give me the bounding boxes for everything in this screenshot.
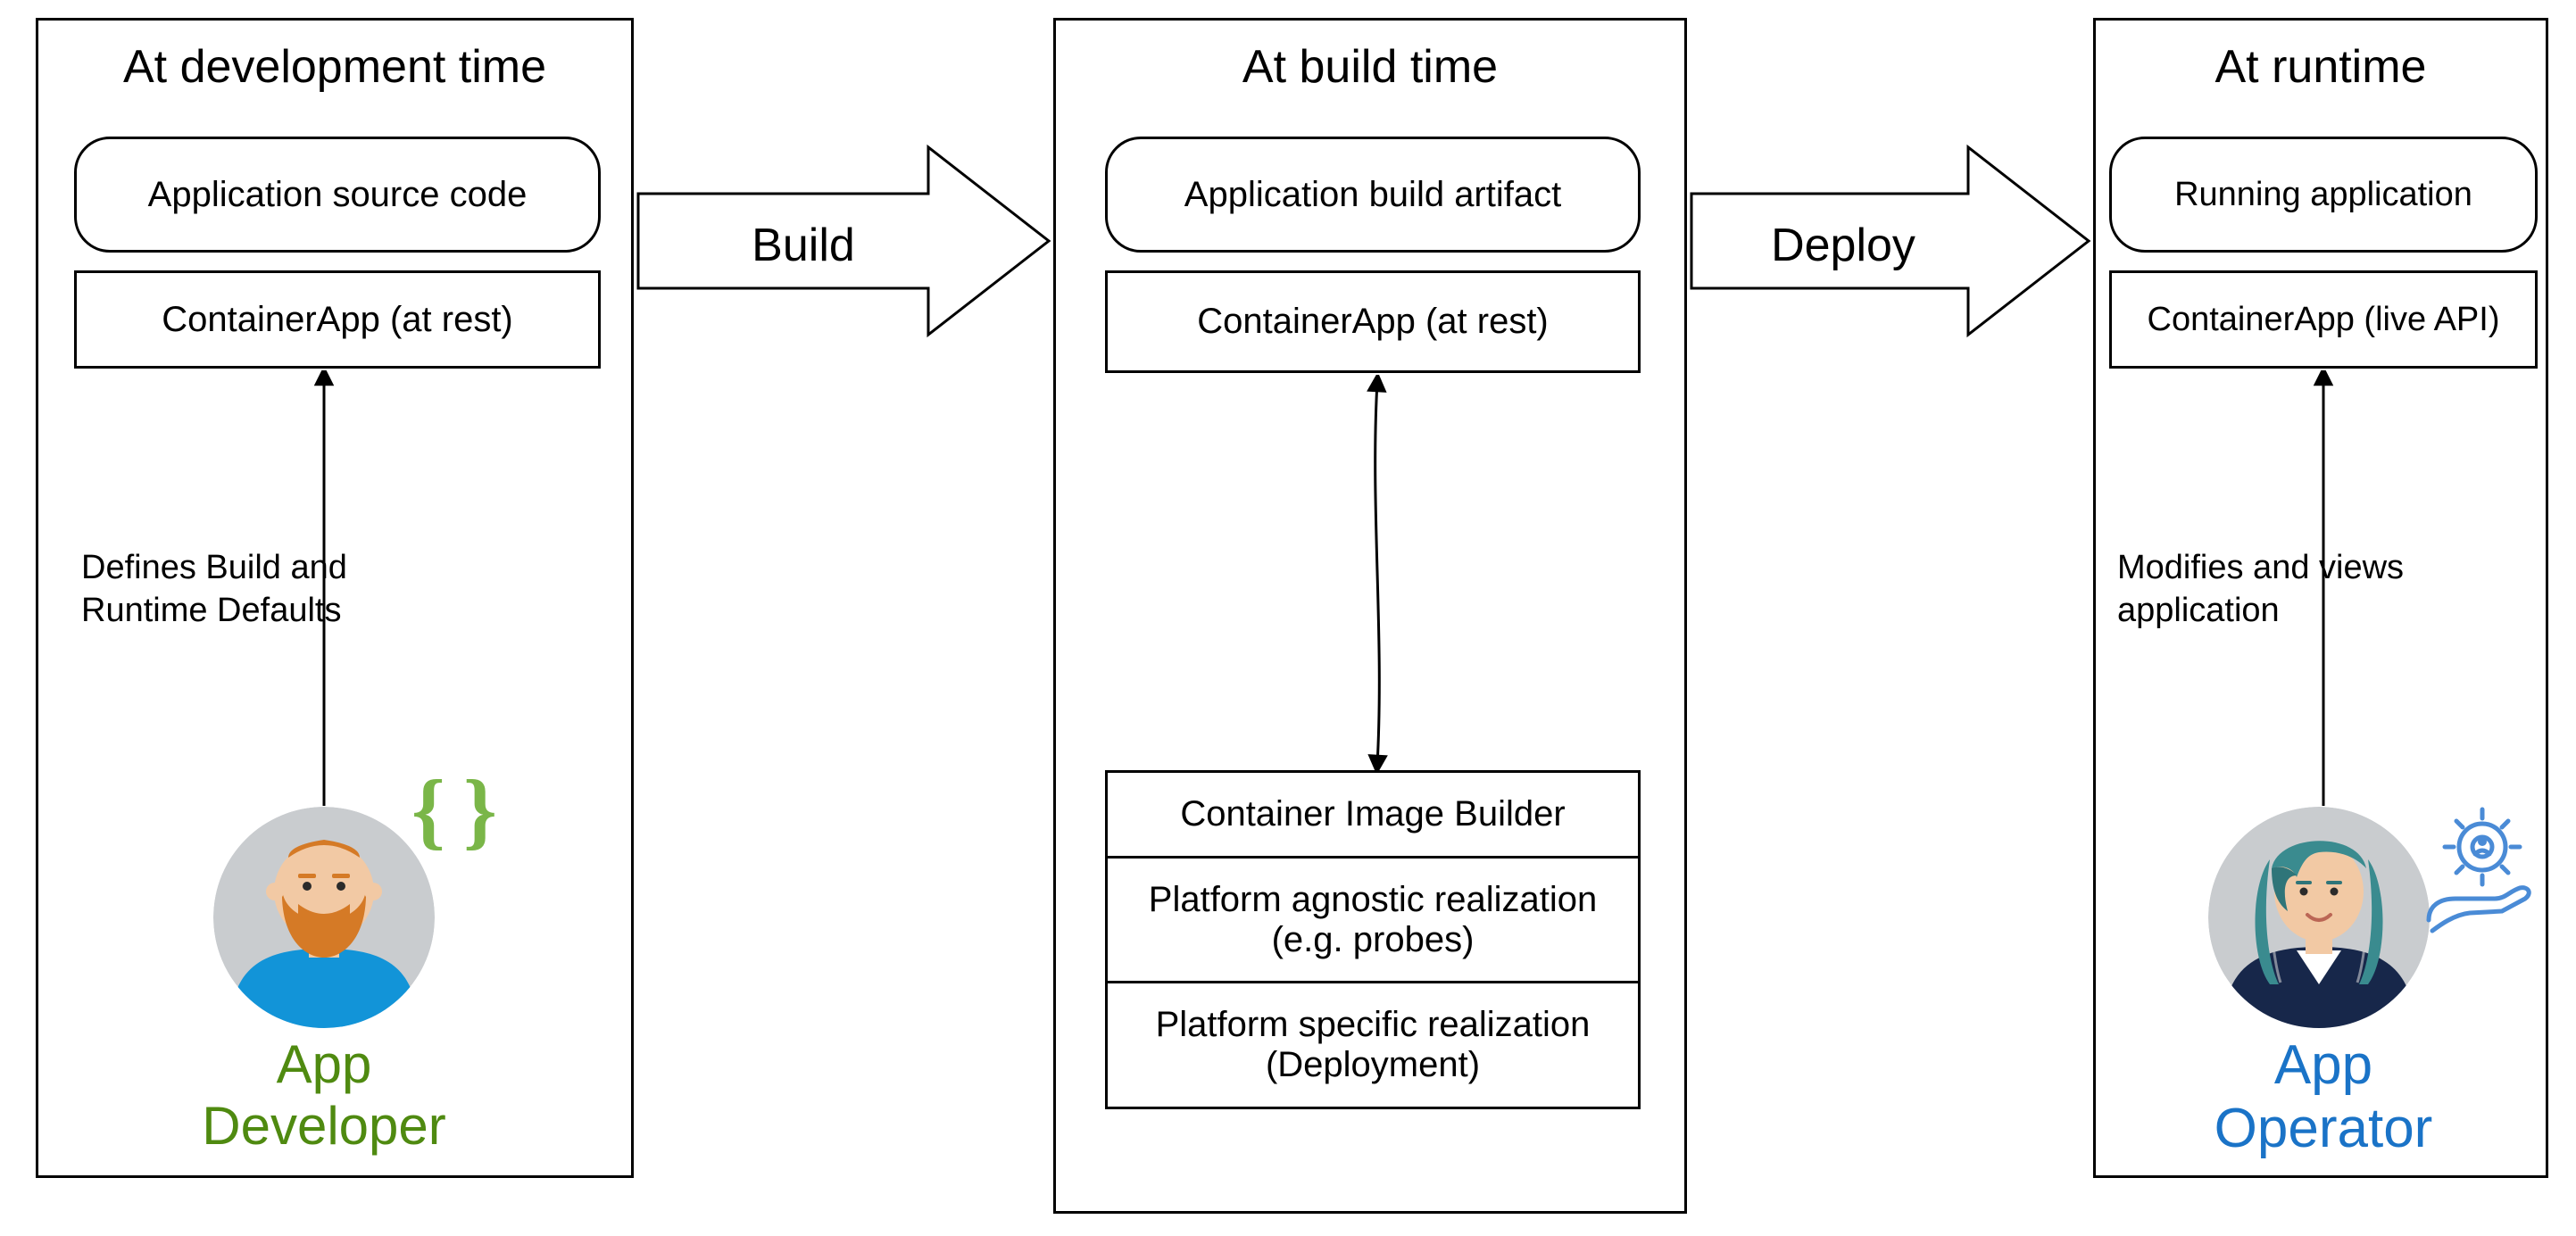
ops-gear-hand-icon — [2413, 806, 2542, 935]
svg-text:}: } — [463, 775, 497, 855]
box-application-build-artifact: Application build artifact — [1105, 137, 1641, 253]
stack-row-image-builder: Container Image Builder — [1108, 773, 1638, 856]
box-containerapp-rest-dev: ContainerApp (at rest) — [74, 270, 601, 369]
box-running-application: Running application — [2109, 137, 2538, 253]
box-containerapp-rest-build: ContainerApp (at rest) — [1105, 270, 1641, 373]
annotation-modifies-views: Modifies and views application — [2117, 547, 2447, 632]
persona-label-developer: App Developer — [154, 1033, 494, 1157]
code-braces-icon: { } — [404, 775, 511, 855]
stack-row-platform-specific: Platform specific realization (Deploymen… — [1108, 981, 1638, 1107]
persona-label-operator: App Operator — [2194, 1033, 2453, 1161]
big-arrow-deploy-label: Deploy — [1745, 219, 1941, 272]
svg-text:{: { — [411, 775, 445, 855]
panel-development-time: At development time Application source c… — [36, 18, 634, 1178]
diagram-stage: At development time Application source c… — [0, 0, 2576, 1236]
arrow-build-bidirectional — [1350, 375, 1404, 772]
panel-title-development: At development time — [38, 40, 631, 94]
avatar-app-developer — [212, 806, 436, 1029]
panel-build-time: At build time Application build artifact… — [1053, 18, 1687, 1214]
panel-title-build: At build time — [1056, 40, 1684, 94]
annotation-defines-defaults: Defines Build and Runtime Defaults — [81, 547, 403, 632]
box-application-source-code: Application source code — [74, 137, 601, 253]
box-containerapp-live-api: ContainerApp (live API) — [2109, 270, 2538, 369]
box-build-stack: Container Image Builder Platform agnosti… — [1105, 770, 1641, 1109]
big-arrow-build-label: Build — [714, 219, 893, 272]
panel-runtime: At runtime Running application Container… — [2093, 18, 2548, 1178]
panel-title-runtime: At runtime — [2096, 40, 2546, 94]
avatar-app-operator — [2207, 806, 2431, 1029]
stack-row-platform-agnostic: Platform agnostic realization (e.g. prob… — [1108, 856, 1638, 982]
